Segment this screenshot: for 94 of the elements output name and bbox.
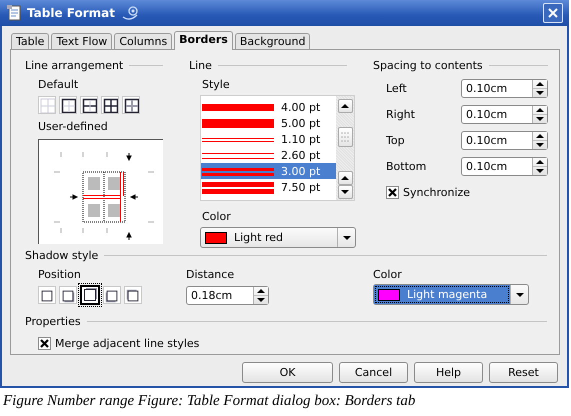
field-label: Left	[386, 82, 408, 95]
group-title: Spacing to contents	[373, 58, 483, 72]
border-preset-icon	[60, 97, 76, 113]
field-value: 0.10cm	[465, 159, 508, 175]
group-title: Line arrangement	[25, 58, 124, 72]
field-label: Color	[373, 268, 403, 281]
spin-field[interactable]: 0.10cm	[461, 79, 548, 98]
spin-down-icon	[535, 115, 545, 123]
close-button[interactable]	[543, 3, 563, 23]
preset-button[interactable]	[80, 96, 98, 114]
border-preset-icon	[81, 97, 97, 113]
preset-button[interactable]	[122, 96, 140, 114]
scroll-up-icon	[340, 174, 350, 182]
list-item[interactable]: 3.00 pt	[201, 163, 336, 179]
dialog-button[interactable]: OK	[242, 362, 333, 383]
spin-field[interactable]: 0.10cm	[461, 157, 548, 176]
list-item[interactable]: 4.00 pt	[201, 99, 336, 115]
field-value: 0.10cm	[465, 133, 508, 149]
spin-up-icon	[535, 158, 545, 166]
checkbox[interactable]	[38, 337, 51, 350]
border-preset-icon	[39, 97, 55, 113]
spin-down-icon	[535, 167, 545, 175]
field-value: 0.18cm	[190, 288, 234, 304]
window-title: Table Format	[27, 6, 115, 20]
grip-icon	[340, 131, 350, 143]
spin-field[interactable]: 0.10cm	[461, 131, 548, 150]
field-label: Color	[202, 210, 232, 223]
item-label: 4.00 pt	[281, 100, 320, 114]
field-label: Position	[38, 268, 82, 281]
group-title: Properties	[25, 314, 81, 328]
spin-up-icon	[535, 132, 545, 140]
checkbox[interactable]	[386, 186, 399, 199]
field-label: Top	[386, 134, 406, 147]
list-item[interactable]: 1.10 pt	[201, 131, 336, 147]
line-sample-icon	[202, 180, 274, 194]
spin-field[interactable]: 0.10cm	[461, 105, 548, 124]
field-label: Bottom	[386, 160, 428, 173]
field-value: 0.10cm	[465, 107, 508, 123]
field-value: 0.10cm	[465, 81, 508, 97]
spin-up-icon	[535, 106, 545, 114]
spin-down-icon	[535, 89, 545, 97]
dialog-button[interactable]: Help	[414, 362, 483, 383]
dialog-button[interactable]: Reset	[489, 362, 558, 383]
dropdown-arrow-icon	[342, 234, 352, 242]
scroll-down-icon	[340, 188, 350, 196]
preset-button[interactable]	[59, 96, 77, 114]
dialog-button[interactable]: Cancel	[339, 362, 408, 383]
color-name: Light magenta	[407, 288, 488, 301]
field-label: Right	[386, 108, 416, 121]
spin-field[interactable]: 0.18cm	[186, 286, 269, 305]
tab[interactable]: Borders	[174, 31, 233, 50]
document-icon	[6, 4, 22, 22]
color-dropdown[interactable]: Light magenta	[373, 284, 529, 305]
list-item[interactable]: 2.60 pt	[201, 147, 336, 163]
scroll-thumb[interactable]	[338, 127, 352, 147]
preset-button[interactable]	[101, 96, 119, 114]
field-label: Distance	[186, 268, 236, 281]
dropdown-arrow-icon	[514, 290, 524, 298]
group-title: Line	[189, 58, 212, 72]
checkbox-label: Synchronize	[403, 186, 470, 199]
item-label: 7.50 pt	[281, 180, 320, 194]
scroll-up-icon	[340, 102, 350, 110]
item-label: 3.00 pt	[281, 164, 320, 178]
shadow-position-icon	[81, 286, 99, 304]
checkbox-label: Merge adjacent line styles	[55, 337, 200, 350]
tab[interactable]: Text Flow	[51, 33, 112, 49]
field-label: User-defined	[38, 120, 109, 133]
close-icon	[547, 7, 559, 19]
spin-down-icon	[256, 296, 266, 304]
check-mark-icon	[388, 188, 397, 197]
group-title: Shadow style	[25, 248, 98, 262]
spin-up-icon	[535, 80, 545, 88]
item-label: 5.00 pt	[281, 116, 320, 130]
border-preset-icon	[102, 97, 118, 113]
list-item[interactable]: 5.00 pt	[201, 115, 336, 131]
color-name: Light red	[234, 231, 283, 244]
line-sample-icon	[202, 116, 274, 130]
color-dropdown[interactable]: Light red	[200, 227, 356, 248]
border-preset-icon	[123, 97, 139, 113]
line-style-list[interactable]: 4.00 pt 5.00 pt 1.10 pt 2.60 pt 3.00 pt 7.50 pt	[200, 95, 355, 201]
tab[interactable]: Columns	[114, 33, 172, 49]
check-mark-icon	[40, 339, 49, 348]
tab[interactable]: Background	[234, 33, 310, 49]
figure-caption: Figure Number range Figure: Table Format dialog box: Borders tab	[3, 393, 416, 409]
shadow-position-button[interactable]	[80, 285, 100, 305]
spin-down-icon	[535, 141, 545, 149]
field-label: Style	[202, 78, 231, 91]
item-label: 2.60 pt	[281, 148, 320, 162]
item-label: 1.10 pt	[281, 132, 320, 146]
scrollbar[interactable]	[336, 96, 354, 200]
spin-up-icon	[256, 287, 266, 295]
field-label: Default	[38, 78, 80, 91]
tab[interactable]: Table	[11, 33, 50, 49]
list-item[interactable]: 7.50 pt	[201, 179, 336, 195]
